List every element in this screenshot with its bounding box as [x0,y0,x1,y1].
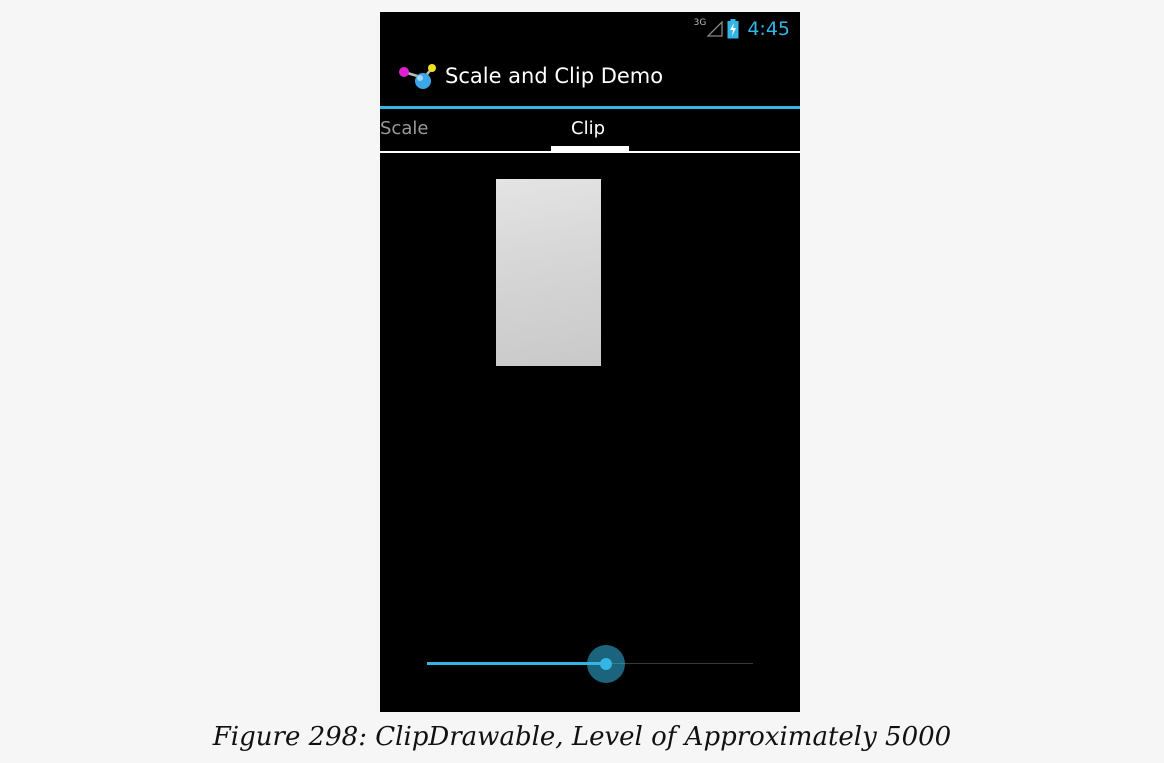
level-seekbar[interactable] [427,644,753,684]
app-logo-icon[interactable] [398,62,440,92]
clipped-image [496,179,601,366]
status-icons: 3G 4:45 [694,18,790,40]
seekbar-progress [427,662,606,665]
tab-scale[interactable]: Scale [380,118,428,139]
action-bar: Scale and Clip Demo [380,48,800,106]
signal-icon [707,21,723,37]
battery-charging-icon [727,19,739,39]
tab-selected-indicator [551,146,629,151]
status-clock: 4:45 [747,18,790,40]
phone-screen: 3G 4:45 Scale and Clip Demo Scale Clip [380,12,800,712]
figure-caption: Figure 298: ClipDrawable, Level of Appro… [212,722,952,752]
status-bar: 3G 4:45 [380,12,800,48]
seekbar-thumb[interactable] [587,645,625,683]
tab-clip[interactable]: Clip [571,118,605,139]
network-type: 3G [693,18,707,28]
app-title: Scale and Clip Demo [445,64,664,88]
